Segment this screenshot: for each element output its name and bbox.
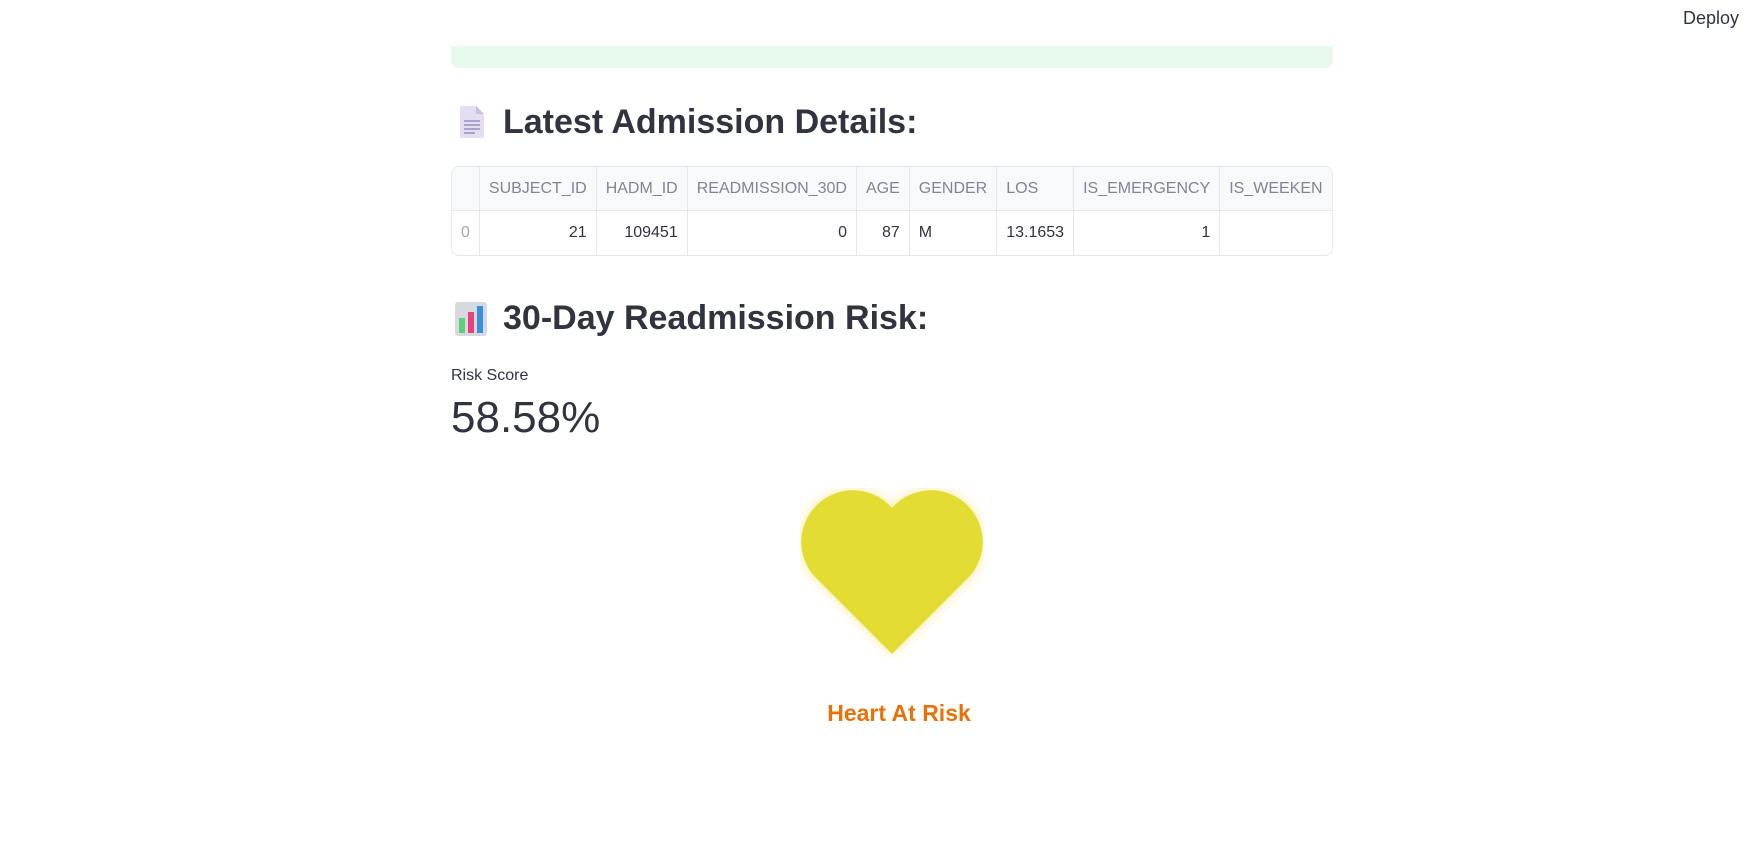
- risk-heading-text: 30-Day Readmission Risk:: [503, 298, 929, 337]
- column-header[interactable]: IS_EMERGENCY: [1073, 167, 1221, 211]
- column-header[interactable]: AGE: [856, 167, 910, 211]
- metric-label: Risk Score: [451, 367, 529, 384]
- column-header[interactable]: GENDER: [909, 167, 998, 211]
- table-header-row: SUBJECT_ID HADM_ID READMISSION_30D AGE GENDE…: [452, 167, 1332, 211]
- table-cell[interactable]: 109451: [596, 210, 688, 255]
- metric-value: 58.58%: [451, 393, 601, 442]
- admission-heading: Latest Admission Details:: [451, 102, 917, 142]
- column-header[interactable]: LOS: [996, 167, 1075, 211]
- risk-heading: 30-Day Readmission Risk:: [451, 298, 928, 338]
- table-cell[interactable]: 1: [1073, 210, 1221, 255]
- table-cell[interactable]: 87: [856, 210, 910, 255]
- table-cell[interactable]: M: [909, 210, 998, 255]
- page-document-icon: [451, 102, 491, 142]
- table-body: 0 21 109451 0 87 M 13.1653 1: [452, 210, 1332, 255]
- success-alert: [451, 46, 1333, 68]
- column-header[interactable]: SUBJECT_ID: [479, 167, 597, 211]
- table-cell[interactable]: [1219, 210, 1332, 255]
- row-index-cell[interactable]: 0: [452, 210, 480, 255]
- column-header[interactable]: HADM_ID: [596, 167, 688, 211]
- column-header[interactable]: IS_WEEKEN: [1219, 167, 1332, 211]
- table-cell[interactable]: 0: [687, 210, 857, 255]
- column-header-index[interactable]: [452, 167, 480, 211]
- table-cell[interactable]: 21: [479, 210, 597, 255]
- admission-table[interactable]: SUBJECT_ID HADM_ID READMISSION_30D AGE GENDE…: [451, 166, 1333, 256]
- heart-status-text: Heart At Risk: [827, 700, 971, 726]
- heart-icon: [801, 490, 983, 654]
- bar-chart-icon: [451, 298, 491, 338]
- table-cell[interactable]: 13.1653: [996, 210, 1075, 255]
- top-toolbar: Deploy: [1677, 0, 1762, 36]
- admission-heading-text: Latest Admission Details:: [503, 102, 918, 141]
- table-row[interactable]: 0 21 109451 0 87 M 13.1653 1: [452, 210, 1332, 255]
- column-header[interactable]: READMISSION_30D: [687, 167, 857, 211]
- deploy-button[interactable]: Deploy: [1677, 7, 1745, 30]
